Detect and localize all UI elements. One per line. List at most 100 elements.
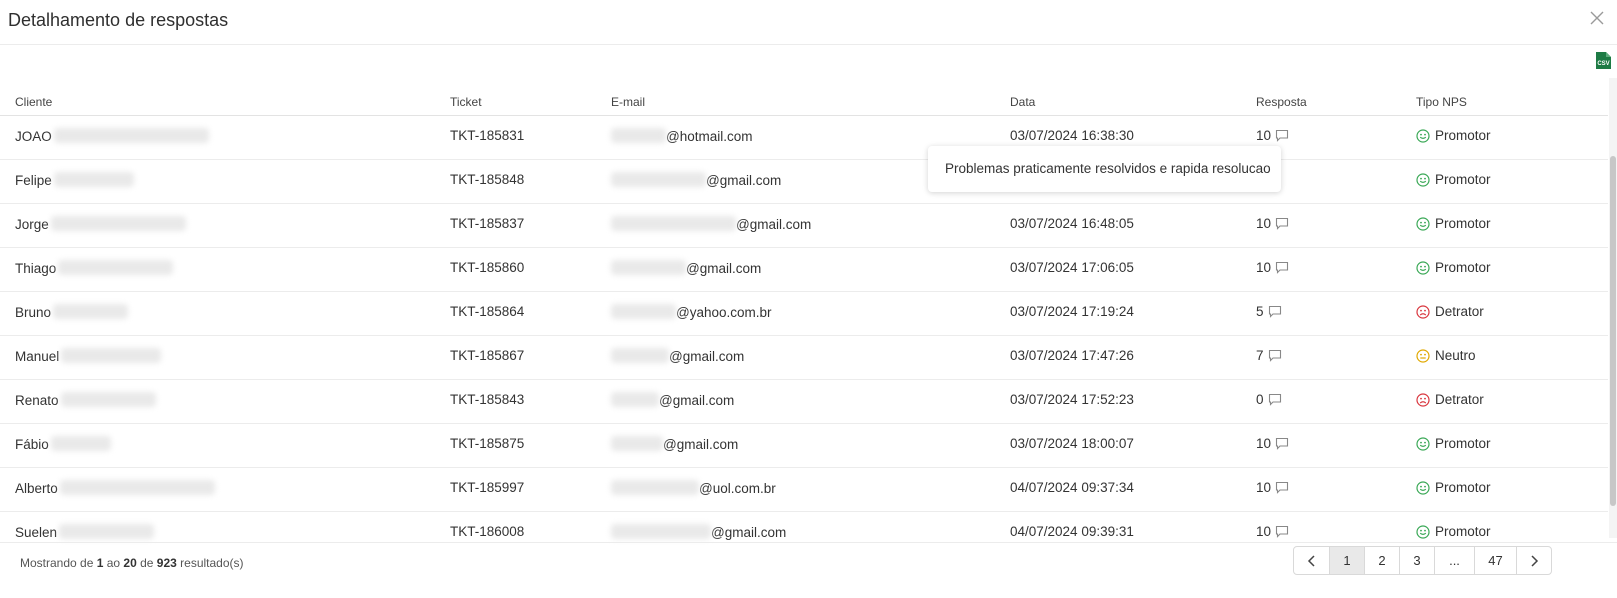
redacted-text — [53, 172, 134, 187]
cell-resposta[interactable]: 10 — [1256, 216, 1289, 231]
redacted-text — [59, 480, 215, 495]
neutro-face-icon — [1416, 348, 1430, 363]
comment-icon[interactable] — [1268, 349, 1282, 362]
chevron-left-icon[interactable] — [1294, 547, 1329, 574]
cell-resposta[interactable]: 5 — [1256, 304, 1282, 319]
column-header-cliente[interactable]: Cliente — [15, 95, 52, 109]
cell-cliente: Jorge — [15, 216, 186, 232]
svg-text:CSV: CSV — [1597, 61, 1609, 67]
cell-ticket: TKT-185864 — [450, 304, 525, 319]
cell-cliente: Suelen — [15, 524, 155, 540]
comment-icon[interactable] — [1275, 261, 1289, 274]
comment-icon[interactable] — [1268, 393, 1282, 406]
detrator-face-icon — [1416, 392, 1430, 407]
cell-cliente: Felipe — [15, 172, 134, 188]
promotor-face-icon — [1416, 436, 1430, 451]
promotor-face-icon — [1416, 128, 1430, 143]
table-row[interactable]: Alberto TKT-185997 @uol.com.br 04/07/2024 0… — [0, 468, 1608, 512]
detrator-face-icon — [1416, 304, 1430, 319]
cell-resposta[interactable]: 10 — [1256, 260, 1289, 275]
comment-icon[interactable] — [1275, 525, 1289, 538]
redacted-text — [611, 348, 669, 363]
cell-tipo-nps: Promotor — [1416, 216, 1491, 231]
column-header-email[interactable]: E-mail — [611, 95, 645, 109]
chevron-right-icon[interactable] — [1516, 547, 1551, 574]
cell-cliente: Renato — [15, 392, 156, 408]
redacted-text — [611, 172, 706, 187]
cell-tipo-nps: Neutro — [1416, 348, 1476, 363]
scrollbar-thumb[interactable] — [1610, 156, 1616, 506]
cell-ticket: TKT-185997 — [450, 480, 525, 495]
table-row[interactable]: Manuel TKT-185867 @gmail.com 03/07/2024 17:… — [0, 336, 1608, 380]
tooltip-text: Problemas praticamente resolvidos e rapi… — [945, 161, 1271, 176]
redacted-text — [611, 128, 666, 143]
cell-email: @hotmail.com — [611, 128, 752, 144]
close-icon[interactable] — [1589, 10, 1609, 30]
table-header: Cliente Ticket E-mail Data Resposta Tipo… — [0, 88, 1608, 116]
column-header-data[interactable]: Data — [1010, 95, 1035, 109]
table-footer: Mostrando de 1 ao 20 de 923 resultado(s)… — [0, 542, 1617, 598]
table-row[interactable]: Fábio TKT-185875 @gmail.com 03/07/2024 18:0… — [0, 424, 1608, 468]
page-ellipsis: ... — [1434, 547, 1474, 574]
cell-cliente: Manuel — [15, 348, 162, 364]
comment-icon[interactable] — [1268, 305, 1282, 318]
redacted-text — [61, 348, 162, 363]
table-row[interactable]: Renato TKT-185843 @gmail.com 03/07/2024 17:… — [0, 380, 1608, 424]
redacted-text — [611, 304, 676, 319]
comment-icon[interactable] — [1275, 437, 1289, 450]
cell-tipo-nps: Promotor — [1416, 172, 1491, 187]
redacted-text — [611, 392, 659, 407]
cell-ticket: TKT-185860 — [450, 260, 525, 275]
cell-ticket: TKT-185867 — [450, 348, 525, 363]
cell-resposta[interactable]: 10 — [1256, 128, 1289, 143]
cell-data: 04/07/2024 09:39:31 — [1010, 524, 1134, 539]
table-body: JOAO TKT-185831 @hotmail.com 03/07/2024 16:… — [0, 116, 1608, 555]
cell-data: 03/07/2024 17:06:05 — [1010, 260, 1134, 275]
cell-data: 03/07/2024 18:00:07 — [1010, 436, 1134, 451]
redacted-text — [611, 216, 736, 231]
column-header-ticket[interactable]: Ticket — [450, 95, 482, 109]
comment-icon[interactable] — [1275, 217, 1289, 230]
cell-resposta[interactable]: 10 — [1256, 524, 1289, 539]
cell-cliente: JOAO — [15, 128, 209, 144]
comment-icon[interactable] — [1275, 481, 1289, 494]
cell-tipo-nps: Promotor — [1416, 436, 1491, 451]
column-header-resposta[interactable]: Resposta — [1256, 95, 1307, 109]
cell-resposta[interactable]: 0 — [1256, 392, 1282, 407]
promotor-face-icon — [1416, 216, 1430, 231]
cell-data: 04/07/2024 09:37:34 — [1010, 480, 1134, 495]
table-row[interactable]: JOAO TKT-185831 @hotmail.com 03/07/2024 16:… — [0, 116, 1608, 160]
cell-ticket: TKT-185875 — [450, 436, 525, 451]
cell-email: @gmail.com — [611, 172, 781, 188]
redacted-text — [611, 524, 711, 539]
page-button-2[interactable]: 2 — [1364, 547, 1399, 574]
cell-ticket: TKT-186008 — [450, 524, 525, 539]
comment-icon[interactable] — [1275, 129, 1289, 142]
response-comment-tooltip: Problemas praticamente resolvidos e rapi… — [928, 146, 1281, 192]
page-button-47[interactable]: 47 — [1474, 547, 1516, 574]
cell-tipo-nps: Promotor — [1416, 480, 1491, 495]
cell-email: @gmail.com — [611, 392, 734, 408]
redacted-text — [58, 260, 174, 275]
cell-resposta[interactable]: 7 — [1256, 348, 1282, 363]
cell-data: 03/07/2024 16:48:05 — [1010, 216, 1134, 231]
column-header-tipo-nps[interactable]: Tipo NPS — [1416, 95, 1467, 109]
csv-file-icon[interactable]: CSV — [1595, 51, 1612, 70]
table-row[interactable]: Thiago TKT-185860 @gmail.com 03/07/2024 17:… — [0, 248, 1608, 292]
redacted-text — [50, 216, 186, 231]
promotor-face-icon — [1416, 480, 1430, 495]
redacted-text — [611, 260, 686, 275]
page-button-1[interactable]: 1 — [1329, 547, 1364, 574]
cell-resposta[interactable]: 10 — [1256, 480, 1289, 495]
cell-ticket: TKT-185843 — [450, 392, 525, 407]
redacted-text — [53, 128, 209, 143]
table-row[interactable]: Bruno TKT-185864 @yahoo.com.br 03/07/2024 1… — [0, 292, 1608, 336]
table-row[interactable]: Felipe TKT-185848 @gmail.com Promotor — [0, 160, 1608, 204]
pagination: 1 2 3 ... 47 — [1293, 546, 1552, 575]
page-button-3[interactable]: 3 — [1399, 547, 1434, 574]
cell-resposta[interactable]: 10 — [1256, 436, 1289, 451]
cell-cliente: Bruno — [15, 304, 129, 320]
cell-email: @gmail.com — [611, 436, 738, 452]
scrollbar[interactable] — [1609, 78, 1617, 538]
table-row[interactable]: Jorge TKT-185837 @gmail.com 03/07/2024 16:4… — [0, 204, 1608, 248]
